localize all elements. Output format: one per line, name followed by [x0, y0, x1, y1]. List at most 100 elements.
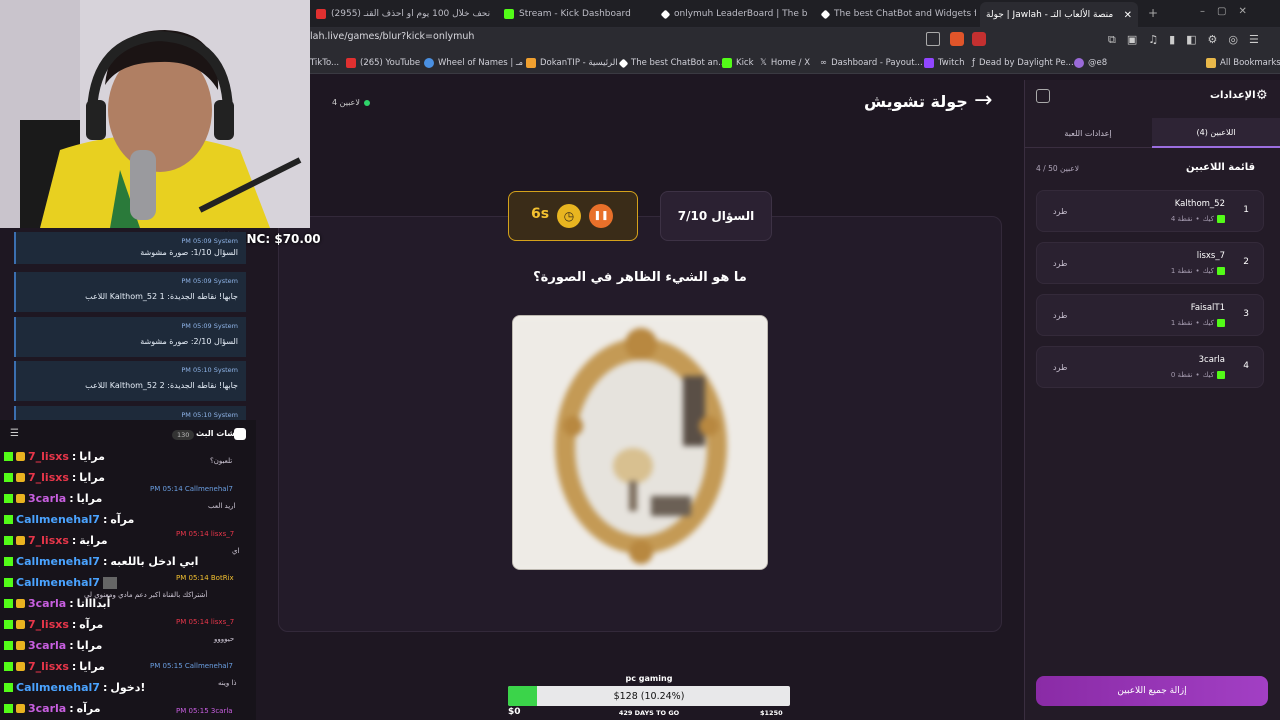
new-tab-icon[interactable]: + — [1148, 6, 1158, 20]
goal-progress-bar: $128 (10.24%) — [508, 686, 790, 706]
system-chat: PM 05:09 System السؤال 1/10: صورة مشوشة P… — [14, 228, 246, 420]
browser-tab-active[interactable]: جولة | Jawlah - منصة الألعاب التـ ✕ — [980, 2, 1138, 28]
bookmark[interactable]: The best ChatBot an... — [618, 58, 726, 68]
crown-icon — [16, 641, 25, 650]
bookmark[interactable]: @e8 — [1074, 58, 1107, 68]
chat-message: 3carla: مرآه — [4, 702, 101, 715]
x-icon: 𝕏 — [760, 58, 767, 68]
diamond-icon — [618, 58, 629, 68]
brave-shield-icon[interactable] — [950, 32, 964, 46]
bookmark[interactable]: TikTo... — [310, 58, 339, 68]
menu-icon[interactable]: ☰ — [10, 428, 19, 439]
question-text: ما هو الشيء الظاهر في الصورة؟ — [533, 270, 747, 285]
kick-player-button[interactable]: طرد — [1053, 311, 1067, 320]
player-name: FaisalT1 — [1190, 303, 1225, 313]
chat-echo-header: PM 05:14 BotRix — [176, 574, 234, 582]
system-message: PM 05:09 System السؤال 2/10: صورة مشوشة — [14, 317, 246, 357]
dbd-icon: ƒ — [972, 58, 975, 68]
url-text[interactable]: lah.live/games/blur?kick=onlymuh — [310, 31, 474, 42]
webcam-overlay — [0, 0, 310, 228]
goal-value: $128 (10.24%) — [613, 690, 685, 702]
kick-icon — [4, 620, 13, 629]
pause-button[interactable]: ❚❚ — [589, 204, 613, 228]
link-icon: ∞ — [820, 58, 828, 68]
crown-icon — [16, 662, 25, 671]
mirror-image — [513, 316, 767, 569]
chat-message: Callmenehal7: مرآه — [4, 513, 134, 526]
browser-tab[interactable]: (2955) انحف خلال 100 يوم او احذف القنـ — [310, 4, 490, 24]
bookmark[interactable]: DokanTIP - الرئيسية — [526, 58, 618, 68]
chat-echo-header: PM 05:15 Callmenehal7 — [150, 662, 233, 670]
kick-icon — [4, 662, 13, 671]
collapse-sidebar-icon[interactable] — [1036, 89, 1050, 103]
players-count: 4 / 50 لاعبين — [1036, 164, 1079, 173]
crown-icon — [16, 452, 25, 461]
chat-message: 3carla: مرايا — [4, 492, 102, 505]
player-rank: 3 — [1243, 309, 1249, 319]
close-icon[interactable]: ✕ — [1124, 10, 1132, 21]
chat-echo: حيوووو — [214, 635, 235, 643]
kick-icon — [4, 473, 13, 482]
bookmark[interactable]: ∞ Dashboard - Payout... — [820, 58, 923, 68]
player-card: 3carla 0 نقطة • كيك 4 طرد — [1036, 346, 1264, 388]
wheel-icon — [424, 58, 434, 68]
goal-end: $1250 — [760, 709, 783, 717]
kick-icon — [1217, 215, 1225, 223]
crown-icon — [16, 473, 25, 482]
timer-value: 6s — [531, 206, 550, 222]
share-icon[interactable] — [926, 32, 940, 46]
chat-message: 7_lisxs: مرايا — [4, 471, 105, 484]
clock-icon: ◷ — [557, 204, 581, 228]
extension-icons[interactable]: ⧉▣♫▮◧⚙◎☰ — [1108, 33, 1270, 47]
bookmark[interactable]: Twitch — [924, 58, 965, 68]
player-rank: 2 — [1243, 257, 1249, 267]
bot-chat-title: شات البث — [196, 429, 236, 438]
browser-tab[interactable]: Stream - Kick Dashboard — [498, 4, 648, 24]
tab-game-settings[interactable]: إعدادات اللعبة — [1024, 118, 1152, 148]
tab-players[interactable]: اللاعبين (4) — [1152, 118, 1280, 148]
chat-message: 3carla: مرايا — [4, 639, 102, 652]
crown-icon — [16, 536, 25, 545]
chat-echo: أشتراكك بالقناة اكبر دعم مادي ومعنوي لي — [84, 591, 208, 599]
player-rank: 1 — [1243, 205, 1249, 215]
chat-message: Callmenehal7: دخول! — [4, 681, 145, 694]
player-name: 3carla — [1198, 355, 1225, 365]
browser-tab[interactable]: onlymuh LeaderBoard | The best Ch — [656, 4, 808, 24]
brave-rewards-icon[interactable] — [972, 32, 986, 46]
back-arrow-icon[interactable]: → — [974, 88, 992, 113]
system-message: PM 05:09 System اللاعب Kalthom_52 جابها! … — [14, 272, 246, 312]
system-message: PM 05:10 System اللاعب Kalthom_52 جابها! … — [14, 361, 246, 401]
clear-players-button[interactable]: إزالة جميع اللاعبين — [1036, 676, 1268, 706]
kick-icon — [722, 58, 732, 68]
kick-icon — [4, 578, 13, 587]
chat-message: Callmenehal7: ابي ادخل باللعبه — [4, 555, 198, 568]
chat-echo: ذا وينه — [218, 679, 237, 687]
chat-echo-header: PM 05:14 lisxs_7 — [176, 530, 235, 538]
bookmark[interactable]: (265) YouTube — [346, 58, 420, 68]
kick-icon — [1217, 371, 1225, 379]
youtube-icon — [346, 58, 356, 68]
kick-icon — [4, 641, 13, 650]
bookmark[interactable]: 𝕏 Home / X — [760, 58, 810, 68]
kick-player-button[interactable]: طرد — [1053, 207, 1067, 216]
player-meta: 0 نقطة • كيك — [1171, 371, 1225, 379]
chat-echo: اي — [232, 547, 240, 555]
chat-echo-header: PM 05:14 lisxs_7 — [176, 618, 235, 626]
browser-tab[interactable]: The best ChatBot and Widgets for Ki — [816, 4, 976, 24]
kick-player-button[interactable]: طرد — [1053, 363, 1067, 372]
chat-message: 7_lisxs: مرآه — [4, 618, 103, 631]
bookmark-folder[interactable]: All Bookmarks — [1206, 58, 1280, 68]
window-controls[interactable]: –▢✕ — [1200, 6, 1259, 17]
diamond-icon — [820, 9, 831, 19]
chat-echo-header: PM 05:15 3carla — [176, 707, 233, 715]
kick-icon — [4, 557, 13, 566]
kick-icon — [4, 683, 13, 692]
players-list-title: قائمة اللاعبين — [1186, 162, 1256, 173]
bookmark[interactable]: Wheel of Names | مـ — [424, 58, 523, 68]
sidebar-title: الإعدادات — [1210, 90, 1256, 101]
chat-echo-header: PM 05:14 Callmenehal7 — [150, 485, 233, 493]
bookmark[interactable]: Kick — [722, 58, 754, 68]
kick-player-button[interactable]: طرد — [1053, 259, 1067, 268]
player-name: Kalthom_52 — [1174, 199, 1225, 209]
bookmark[interactable]: ƒ Dead by Daylight Pe... — [972, 58, 1074, 68]
